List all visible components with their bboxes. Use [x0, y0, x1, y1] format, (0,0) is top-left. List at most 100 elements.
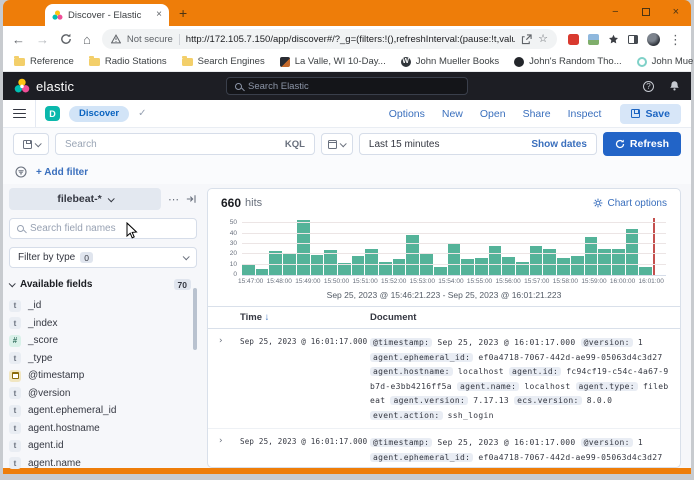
- histogram-bar[interactable]: [571, 256, 584, 275]
- browser-tab[interactable]: Discover - Elastic ×: [45, 4, 169, 26]
- maximize-icon[interactable]: [642, 8, 650, 16]
- field-search-input[interactable]: Search field names: [9, 218, 197, 239]
- menu-hamburger-icon[interactable]: [13, 109, 26, 119]
- histogram-bar[interactable]: [502, 257, 515, 275]
- filter-by-type-select[interactable]: Filter by type 0: [9, 247, 197, 268]
- histogram-bar[interactable]: [242, 264, 255, 275]
- dark-icon: [514, 57, 524, 67]
- breadcrumb-discover[interactable]: Discover: [69, 106, 129, 122]
- space-badge[interactable]: D: [45, 106, 60, 121]
- field-item[interactable]: tagent.name: [9, 455, 197, 473]
- sort-desc-icon[interactable]: ↓: [265, 312, 270, 323]
- bookmark-item[interactable]: Reference: [14, 56, 74, 67]
- new-tab-icon[interactable]: +: [179, 5, 187, 21]
- chart-options-button[interactable]: Chart options: [593, 198, 667, 209]
- alerts-bell-icon[interactable]: [669, 80, 680, 92]
- histogram-bar[interactable]: [475, 258, 488, 275]
- collapse-sidebar-icon[interactable]: [186, 194, 196, 204]
- table-row[interactable]: ›Sep 25, 2023 @ 16:01:17.000@timestamp: …: [208, 429, 680, 467]
- histogram-bar[interactable]: [393, 259, 406, 275]
- histogram-bar[interactable]: [352, 256, 365, 275]
- histogram-bar[interactable]: [626, 229, 639, 275]
- browser-menu-icon[interactable]: ⋮: [669, 33, 682, 46]
- help-icon[interactable]: ?: [643, 81, 654, 92]
- expand-row-icon[interactable]: ›: [218, 436, 240, 446]
- home-icon[interactable]: ⌂: [83, 33, 91, 46]
- field-item[interactable]: tagent.hostname: [9, 420, 197, 438]
- bookmark-item[interactable]: WJohn Mueller Books: [401, 56, 499, 67]
- index-pattern-selector[interactable]: filebeat-*: [9, 188, 161, 210]
- bookmark-item[interactable]: John Mueller Books...: [637, 56, 694, 67]
- global-search-input[interactable]: Search Elastic: [226, 77, 468, 95]
- toolbar-link-share[interactable]: Share: [523, 108, 551, 120]
- histogram-bar[interactable]: [256, 269, 269, 275]
- sidebar-scrollbar[interactable]: [193, 288, 197, 350]
- minimize-icon[interactable]: −: [612, 6, 618, 18]
- calendar-glyph: [12, 372, 19, 379]
- refresh-button[interactable]: Refresh: [603, 132, 681, 156]
- index-options-icon[interactable]: ⋯: [168, 193, 179, 206]
- security-label[interactable]: Not secure: [127, 34, 173, 45]
- adblock-extension-icon[interactable]: [568, 34, 579, 45]
- toolbar-link-options[interactable]: Options: [389, 108, 425, 120]
- not-secure-warning-icon: [111, 34, 121, 44]
- window-close-icon[interactable]: ×: [673, 6, 679, 18]
- time-range-control[interactable]: Last 15 minutes Show dates: [359, 133, 597, 155]
- tab-close-icon[interactable]: ×: [156, 10, 162, 20]
- date-picker-button[interactable]: [321, 133, 353, 155]
- available-fields-header[interactable]: Available fields 70: [9, 279, 197, 290]
- url-text[interactable]: http://172.105.7.150/app/discover#/?_g=(…: [186, 34, 515, 45]
- address-bar[interactable]: Not secure http://172.105.7.150/app/disc…: [102, 29, 557, 49]
- field-item[interactable]: t_index: [9, 315, 197, 333]
- field-item[interactable]: @timestamp: [9, 367, 197, 385]
- field-item[interactable]: tagent.ephemeral_id: [9, 402, 197, 420]
- histogram-bar[interactable]: [283, 254, 296, 275]
- profile-avatar[interactable]: [647, 33, 660, 46]
- histogram-bar[interactable]: [489, 246, 502, 275]
- histogram-bar[interactable]: [557, 258, 570, 275]
- extensions-pin-icon[interactable]: [608, 34, 619, 45]
- query-language-button[interactable]: KQL: [285, 139, 305, 150]
- histogram-bar[interactable]: [461, 259, 474, 275]
- add-filter-button[interactable]: + Add filter: [36, 167, 88, 178]
- histogram-bar[interactable]: [311, 255, 324, 275]
- bookmark-star-icon[interactable]: ☆: [538, 34, 548, 45]
- side-panel-icon[interactable]: [628, 35, 638, 44]
- expand-row-icon[interactable]: ›: [218, 336, 240, 346]
- field-name: @timestamp: [28, 370, 84, 381]
- histogram-bar[interactable]: [406, 235, 419, 275]
- histogram-bar[interactable]: [639, 267, 652, 275]
- saved-query-button[interactable]: [13, 133, 49, 155]
- forward-icon[interactable]: →: [36, 33, 49, 46]
- field-item[interactable]: t_id: [9, 297, 197, 315]
- histogram-bar[interactable]: [434, 267, 447, 275]
- bookmark-item[interactable]: La Valle, WI 10-Day...: [280, 56, 386, 67]
- column-document[interactable]: Document: [370, 312, 670, 323]
- bookmark-item[interactable]: Radio Stations: [89, 56, 167, 67]
- save-button[interactable]: Save: [620, 104, 681, 124]
- show-dates-link[interactable]: Show dates: [531, 139, 587, 150]
- bookmark-item[interactable]: Search Engines: [182, 56, 265, 67]
- field-item[interactable]: tagent.id: [9, 437, 197, 455]
- back-icon[interactable]: ←: [12, 33, 25, 46]
- reload-icon[interactable]: [60, 33, 72, 45]
- field-item[interactable]: t_type: [9, 350, 197, 368]
- screenshot-extension-icon[interactable]: [588, 34, 599, 45]
- query-input[interactable]: Search KQL: [55, 133, 315, 155]
- toolbar-link-inspect[interactable]: Inspect: [568, 108, 602, 120]
- column-time[interactable]: Time ↓: [240, 312, 370, 323]
- histogram-bar[interactable]: [297, 220, 310, 275]
- toolbar-link-new[interactable]: New: [442, 108, 463, 120]
- field-item[interactable]: #_score: [9, 332, 197, 350]
- toolbar-link-open[interactable]: Open: [480, 108, 506, 120]
- time-range-label[interactable]: Last 15 minutes: [369, 139, 440, 150]
- share-icon[interactable]: [521, 34, 532, 45]
- histogram-bar[interactable]: [448, 244, 461, 275]
- histogram-bar[interactable]: [530, 246, 543, 275]
- x-axis-tick: 16:00:00: [610, 278, 635, 285]
- bookmark-item[interactable]: John's Random Tho...: [514, 56, 621, 67]
- table-row[interactable]: ›Sep 25, 2023 @ 16:01:17.000@timestamp: …: [208, 329, 680, 429]
- field-item[interactable]: t@version: [9, 385, 197, 403]
- filter-settings-icon[interactable]: [15, 166, 27, 178]
- histogram-bar[interactable]: [420, 254, 433, 275]
